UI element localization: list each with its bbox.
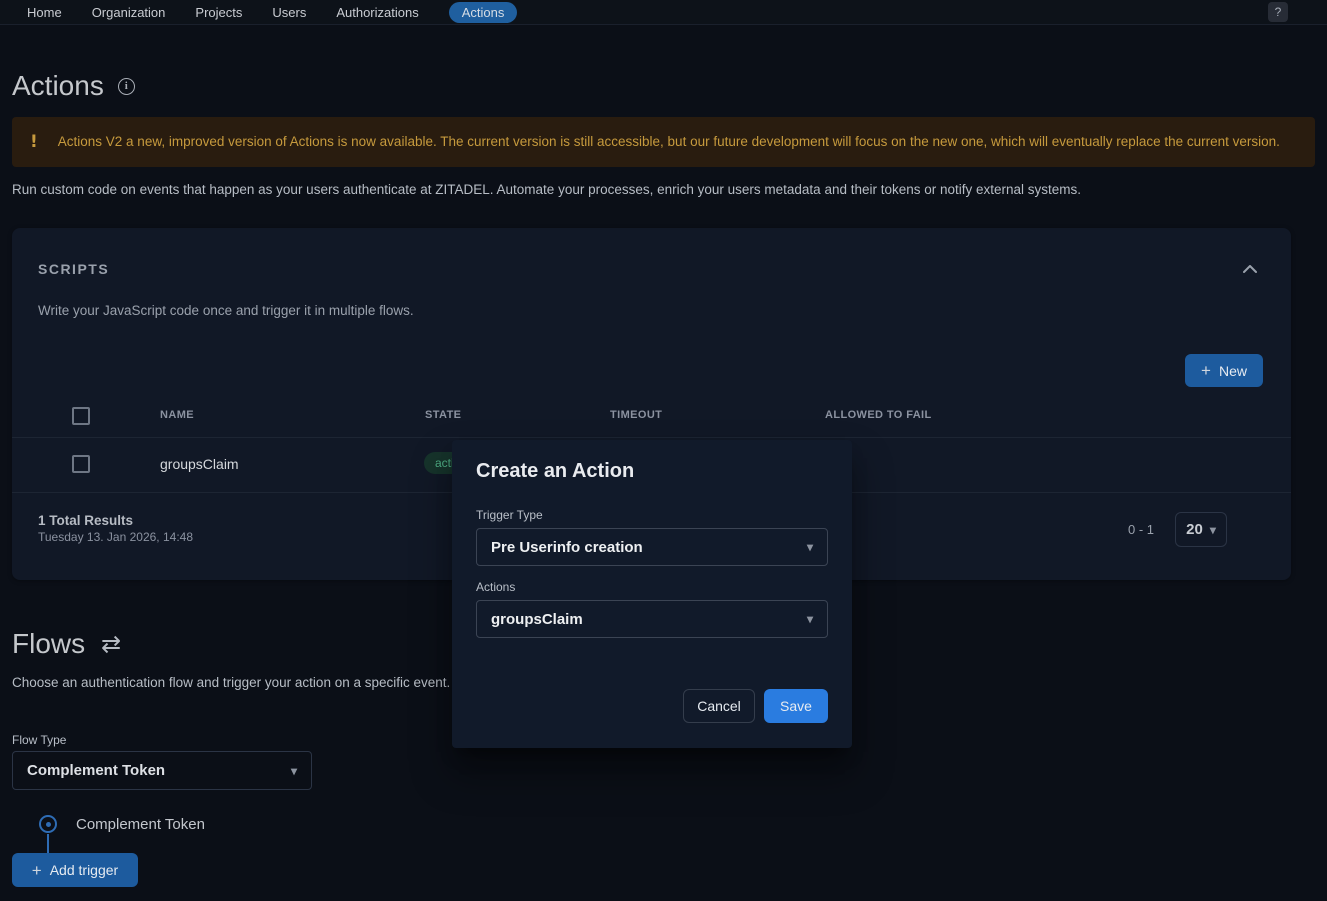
chevron-down-icon: ▾ [1210,524,1216,536]
chevron-down-icon: ▾ [807,613,813,625]
table-divider [12,437,1291,438]
scripts-card-title: SCRIPTS [38,261,109,277]
dialog-title: Create an Action [476,460,634,483]
page-title: Actions i [12,70,135,102]
help-button[interactable]: ? [1268,2,1288,22]
page-size-select[interactable]: 20 ▾ [1175,512,1227,547]
flows-title: Flows ⇄ [12,628,121,660]
nav-item-authorizations[interactable]: Authorizations [336,5,418,20]
trigger-type-select[interactable]: Pre Userinfo creation ▾ [476,528,828,566]
collapse-icon[interactable] [1241,260,1259,278]
plus-icon: + [32,862,42,879]
new-action-button[interactable]: + New [1185,354,1263,387]
actions-v2-banner: ! Actions V2 a new, improved version of … [12,117,1315,167]
trigger-type-value: Pre Userinfo creation [491,539,643,556]
timeline-dot [46,822,51,827]
action-name-cell: groupsClaim [160,456,239,472]
page-title-text: Actions [12,70,104,102]
select-all-checkbox[interactable] [72,407,90,425]
warning-icon: ! [30,134,38,151]
trigger-type-label: Trigger Type [476,508,543,522]
timeline-node-icon [39,815,57,833]
add-trigger-label: Add trigger [50,862,118,878]
plus-icon: + [1201,362,1211,379]
timeline-flow-label: Complement Token [76,816,205,833]
actions-value: groupsClaim [491,611,583,628]
new-button-label: New [1219,363,1247,379]
save-button[interactable]: Save [764,689,828,723]
nav-item-projects[interactable]: Projects [195,5,242,20]
flows-title-text: Flows [12,628,85,660]
chevron-down-icon: ▾ [291,765,297,777]
info-icon[interactable]: i [118,78,135,95]
top-navbar: Home Organization Projects Users Authori… [0,0,1327,25]
create-action-dialog: Create an Action Trigger Type Pre Userin… [452,440,852,748]
col-header-name: NAME [160,409,194,421]
timeline-connector [47,834,49,853]
nav-item-actions[interactable]: Actions [449,2,518,23]
row-checkbox[interactable] [72,455,90,473]
flow-type-select[interactable]: Complement Token ▾ [12,751,312,790]
col-header-state: STATE [425,409,461,421]
nav-item-users[interactable]: Users [272,5,306,20]
banner-text: Actions V2 a new, improved version of Ac… [58,132,1280,153]
table-header-row: NAME STATE TIMEOUT ALLOWED TO FAIL [12,400,1291,437]
nav-item-organization[interactable]: Organization [92,5,166,20]
flow-type-value: Complement Token [27,762,165,779]
actions-select[interactable]: groupsClaim ▾ [476,600,828,638]
page-intro: Run custom code on events that happen as… [12,182,1312,197]
add-trigger-button[interactable]: + Add trigger [12,853,138,887]
results-timestamp: Tuesday 13. Jan 2026, 14:48 [38,530,193,544]
swap-arrows-icon: ⇄ [101,632,121,656]
chevron-down-icon: ▾ [807,541,813,553]
nav-item-home[interactable]: Home [27,5,62,20]
cancel-button[interactable]: Cancel [683,689,755,723]
page-size-value: 20 [1186,521,1203,538]
pagination-range: 0 - 1 [1128,522,1154,537]
scripts-card-subtitle: Write your JavaScript code once and trig… [38,303,414,318]
actions-label: Actions [476,580,515,594]
actions-page: Home Organization Projects Users Authori… [0,0,1327,901]
flow-type-label: Flow Type [12,733,66,747]
total-results: 1 Total Results [38,513,133,528]
col-header-allowed-to-fail: ALLOWED TO FAIL [825,409,932,421]
col-header-timeout: TIMEOUT [610,409,662,421]
